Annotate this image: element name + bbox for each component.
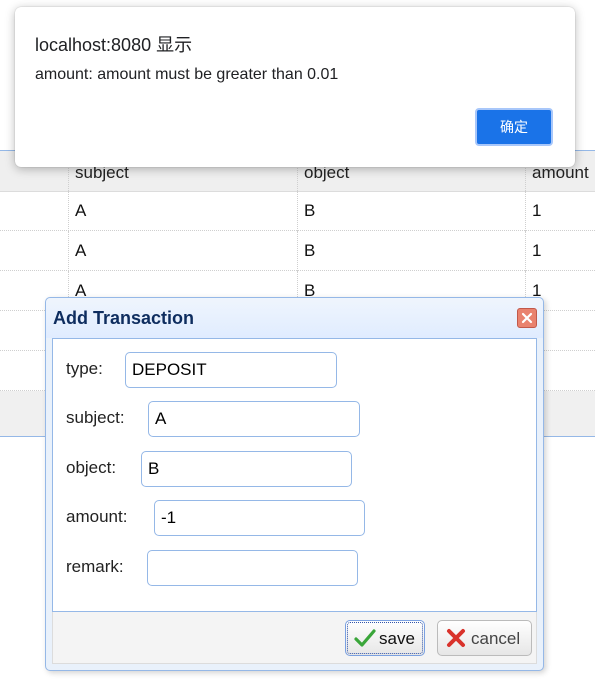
object-label: object:: [66, 458, 117, 477]
table-cell: [0, 191, 69, 231]
alert-ok-button[interactable]: 确定: [475, 108, 553, 146]
subject-label: subject:: [66, 408, 125, 427]
remark-field[interactable]: [147, 550, 358, 586]
alert-message: amount: amount must be greater than 0.01: [35, 66, 339, 83]
dialog-body: type: subject: object: amount: remark:: [52, 338, 537, 612]
check-icon: [354, 628, 376, 653]
table-cell-amount: 1: [526, 191, 595, 231]
subject-field[interactable]: [148, 401, 360, 437]
page: subject object amount A B 1 A B 1 A B 1: [0, 0, 595, 686]
table-cell-amount: 1: [526, 231, 595, 271]
table-row[interactable]: A B 1: [0, 231, 595, 271]
amount-field[interactable]: [154, 500, 365, 536]
cancel-button[interactable]: cancel: [437, 620, 532, 656]
dialog-title: Add Transaction: [53, 308, 195, 328]
save-label: save: [379, 629, 415, 648]
dialog-header[interactable]: Add Transaction: [46, 298, 543, 338]
cancel-label: cancel: [471, 629, 521, 648]
table-row[interactable]: A B 1: [0, 191, 595, 231]
table-cell-subject: A: [69, 191, 298, 231]
cancel-icon: [446, 628, 466, 653]
dialog-footer: save cancel: [52, 612, 537, 664]
table-cell-subject: A: [69, 231, 298, 271]
table-cell: [0, 231, 69, 271]
close-icon[interactable]: [517, 308, 537, 328]
type-field[interactable]: [125, 352, 337, 388]
add-transaction-dialog: Add Transaction type: subject: object: a…: [45, 297, 544, 671]
table-cell-object: B: [298, 191, 526, 231]
alert-title: localhost:8080 显示: [35, 35, 193, 55]
save-button[interactable]: save: [345, 620, 425, 656]
table-cell-object: B: [298, 231, 526, 271]
object-field[interactable]: [141, 451, 352, 487]
type-label: type:: [66, 359, 103, 378]
amount-label: amount:: [66, 507, 128, 526]
browser-alert: localhost:8080 显示 amount: amount must be…: [15, 7, 575, 167]
remark-label: remark:: [66, 557, 124, 576]
